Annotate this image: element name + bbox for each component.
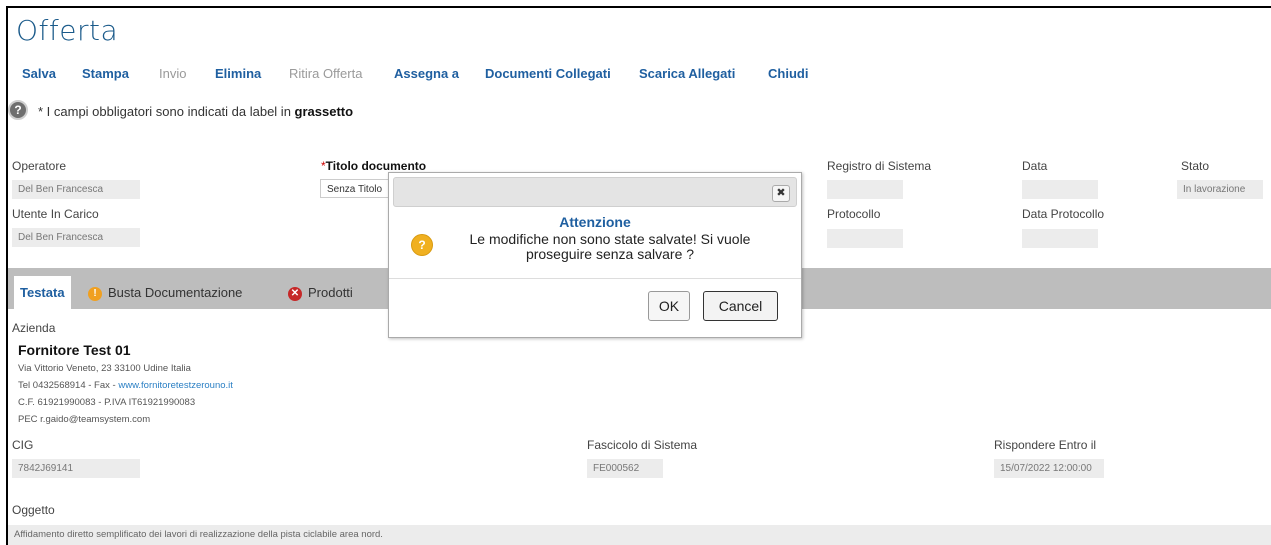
operatore-label: Operatore bbox=[12, 159, 67, 173]
help-icon[interactable]: ? bbox=[8, 100, 28, 120]
invio-button: Invio bbox=[159, 66, 187, 81]
chiudi-button[interactable]: Chiudi bbox=[768, 66, 808, 81]
cancel-button[interactable]: Cancel bbox=[703, 291, 778, 321]
stato-label: Stato bbox=[1181, 159, 1210, 173]
titolo-label-text: Titolo documento bbox=[325, 159, 427, 173]
error-icon: ✕ bbox=[288, 287, 302, 301]
rispondere-field: 15/07/2022 12:00:00 bbox=[994, 459, 1104, 478]
ok-button[interactable]: OK bbox=[648, 291, 690, 321]
question-warning-icon: ? bbox=[411, 234, 433, 256]
utente-in-carico-field: Del Ben Francesca bbox=[12, 228, 140, 247]
warning-icon: ! bbox=[88, 287, 102, 301]
registro-field bbox=[827, 180, 903, 199]
note-bold-text: grassetto bbox=[294, 104, 354, 119]
company-pec: PEC r.gaido@teamsystem.com bbox=[18, 414, 151, 425]
oggetto-field: Affidamento diretto semplificato dei lav… bbox=[8, 525, 1271, 545]
azienda-label: Azienda bbox=[12, 321, 56, 335]
stampa-button[interactable]: Stampa bbox=[82, 66, 129, 81]
rispondere-label: Rispondere Entro il bbox=[994, 438, 1097, 452]
tab-testata[interactable]: Testata bbox=[14, 276, 71, 309]
data-protocollo-field bbox=[1022, 229, 1098, 248]
phone-text: Tel 0432568914 - Fax - bbox=[18, 380, 119, 391]
mandatory-fields-note: * I campi obbligatori sono indicati da l… bbox=[38, 104, 353, 119]
dialog-title: Attenzione bbox=[559, 214, 631, 230]
note-text: * I campi obbligatori sono indicati da l… bbox=[38, 104, 295, 119]
elimina-button[interactable]: Elimina bbox=[215, 66, 261, 81]
dialog-divider bbox=[389, 278, 801, 279]
oggetto-label: Oggetto bbox=[12, 503, 55, 517]
website-link[interactable]: www.fornitoretestzerouno.it bbox=[118, 380, 233, 391]
tab-prodotti-label: Prodotti bbox=[308, 285, 353, 300]
cig-field: 7842J69141 bbox=[12, 459, 140, 478]
data-label: Data bbox=[1022, 159, 1048, 173]
data-protocollo-label: Data Protocollo bbox=[1022, 207, 1105, 221]
company-name: Fornitore Test 01 bbox=[18, 342, 131, 358]
protocollo-label: Protocollo bbox=[827, 207, 881, 221]
dialog-message: Le modifiche non sono state salvate! Si … bbox=[469, 231, 751, 262]
utente-in-carico-label: Utente In Carico bbox=[12, 207, 99, 221]
dialog-titlebar: ✖ bbox=[393, 177, 797, 207]
ritira-offerta-button: Ritira Offerta bbox=[289, 66, 363, 81]
assegna-a-button[interactable]: Assegna a bbox=[394, 66, 459, 81]
fascicolo-label: Fascicolo di Sistema bbox=[587, 438, 698, 452]
company-phone: Tel 0432568914 - Fax - www.fornitoretest… bbox=[18, 380, 233, 391]
company-tax: C.F. 61921990083 - P.IVA IT61921990083 bbox=[18, 397, 196, 408]
registro-label: Registro di Sistema bbox=[827, 159, 932, 173]
cig-label: CIG bbox=[12, 438, 34, 452]
tab-busta-documentazione[interactable]: ! Busta Documentazione bbox=[88, 276, 242, 309]
close-icon[interactable]: ✖ bbox=[772, 185, 790, 202]
fascicolo-field: FE000562 bbox=[587, 459, 663, 478]
scarica-allegati-button[interactable]: Scarica Allegati bbox=[639, 66, 735, 81]
documenti-collegati-button[interactable]: Documenti Collegati bbox=[485, 66, 611, 81]
data-field bbox=[1022, 180, 1098, 199]
stato-field: In lavorazione bbox=[1177, 180, 1263, 199]
titolo-documento-input[interactable]: Senza Titolo bbox=[320, 179, 390, 198]
tab-prodotti[interactable]: ✕ Prodotti bbox=[288, 276, 353, 309]
unsaved-changes-dialog: ✖ Attenzione ? Le modifiche non sono sta… bbox=[388, 172, 802, 338]
salva-button[interactable]: Salva bbox=[22, 66, 56, 81]
page-title: Offerta bbox=[16, 14, 119, 47]
company-address: Via Vittorio Veneto, 23 33100 Udine Ital… bbox=[18, 363, 191, 374]
titolo-documento-label: *Titolo documento bbox=[321, 159, 426, 173]
tab-busta-label: Busta Documentazione bbox=[108, 285, 243, 300]
operatore-field: Del Ben Francesca bbox=[12, 180, 140, 199]
protocollo-field bbox=[827, 229, 903, 248]
